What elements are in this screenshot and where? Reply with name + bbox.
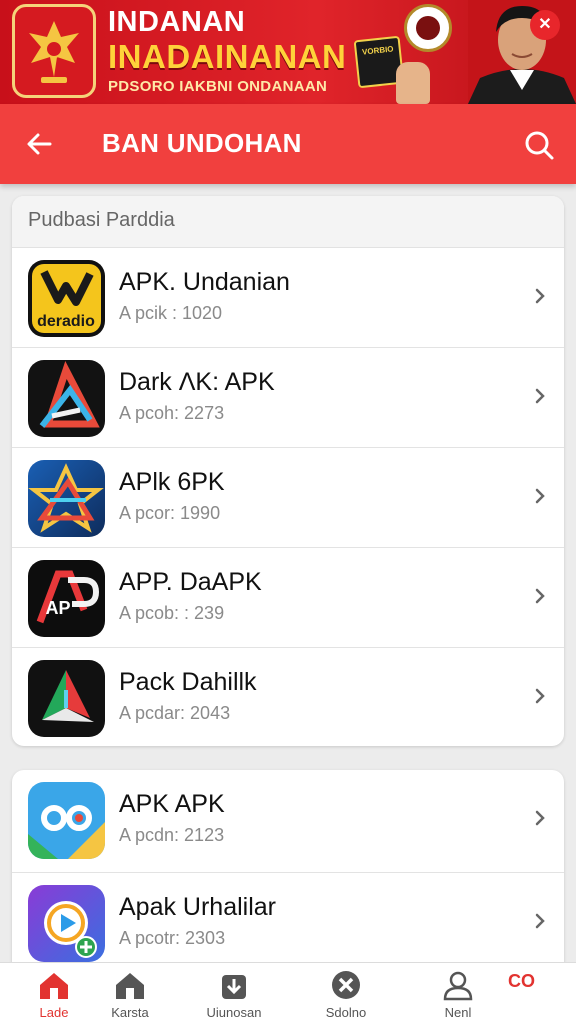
ap-logo-icon: AP	[28, 560, 105, 637]
app-name: Pack Dahillk	[119, 668, 257, 696]
promo-banner[interactable]: INDANAN INADAINANAN PDSORO IAKBNI ONDANA…	[0, 0, 576, 104]
chevron-right-icon	[535, 488, 545, 504]
person-portrait	[468, 0, 576, 104]
list-item[interactable]: deradio APK. Undanian A pcik : 1020	[12, 248, 564, 348]
app-subtitle: A pcik : 1020	[119, 303, 223, 323]
purple-play-icon	[28, 885, 105, 962]
nav-item-uiunosan[interactable]: Uiunosan	[194, 969, 274, 1023]
bottom-navigation: Lade Karsta Uiunosan Sdolno Nenl CO	[0, 962, 576, 1024]
back-button[interactable]	[20, 124, 60, 164]
app-name: APK. Undanian	[119, 268, 290, 296]
blue-star-icon	[28, 460, 105, 537]
emblem-logo	[12, 4, 96, 98]
app-subtitle: A pcdn: 2123	[119, 825, 225, 845]
nav-label: Uiunosan	[206, 1005, 262, 1020]
seal-badge	[404, 4, 452, 52]
search-button[interactable]	[518, 124, 560, 166]
close-ad-button[interactable]: ✕	[530, 10, 560, 40]
arrow-left-icon	[27, 133, 52, 155]
nav-label: Sdolno	[325, 1005, 367, 1020]
yellow-logo-icon: deradio	[28, 260, 105, 337]
nav-item-karsta[interactable]: Karsta	[90, 969, 170, 1023]
nav-label: Nenl	[444, 1005, 472, 1020]
app-name: APlk 6PK	[119, 468, 225, 496]
page-title: BAN UNDOHAN	[102, 128, 302, 158]
app-subtitle: A pcotr: 2303	[119, 928, 226, 948]
list-item[interactable]: APK APK A pcdn: 2123	[12, 770, 564, 873]
app-list-card: Pudbasi Parddia deradio APK. Undanian A …	[12, 196, 564, 746]
app-name: APK APK	[119, 790, 225, 818]
app-subtitle: A pcor: 1990	[119, 503, 221, 523]
app-subtitle: A pcdar: 2043	[119, 703, 231, 723]
list-item[interactable]: Dark ΛK: APK A pcoh: 2273	[12, 348, 564, 448]
nav-item-profile[interactable]: Nenl	[418, 969, 498, 1023]
home-icon	[40, 973, 68, 999]
app-name: Apak Urhalilar	[119, 893, 277, 921]
dark-triangle-icon	[28, 360, 105, 437]
close-circle-icon	[332, 971, 360, 999]
app-list-card: APK APK A pcdn: 2123 Apak Urhalilar A pc…	[12, 770, 564, 964]
search-icon	[525, 131, 554, 160]
app-bar: BAN UNDOHAN	[0, 104, 576, 184]
green-triangle-icon	[28, 660, 105, 737]
nav-item-home[interactable]: Lade	[14, 969, 94, 1023]
nav-item-sdolno[interactable]: Sdolno	[306, 969, 386, 1023]
list-item[interactable]: Pack Dahillk A pcdar: 2043	[12, 648, 564, 746]
nav-label: Karsta	[111, 1005, 149, 1020]
app-name: Dark ΛK: APK	[119, 368, 275, 396]
section-header: Pudbasi Parddia	[12, 196, 564, 248]
user-icon	[443, 971, 473, 1001]
app-subtitle: A pcoh: 2273	[119, 403, 225, 423]
nav-extra-indicator[interactable]: CO	[508, 971, 535, 992]
chevron-right-icon	[535, 913, 545, 929]
list-item[interactable]: AP APP. DaAPK A pcob: : 239	[12, 548, 564, 648]
pointing-hand	[396, 62, 430, 104]
chevron-right-icon	[535, 388, 545, 404]
nav-label: Lade	[39, 1005, 69, 1020]
banner-title: INDANAN	[108, 6, 246, 38]
chevron-right-icon	[535, 588, 545, 604]
chevron-right-icon	[535, 288, 545, 304]
svg-text:AP: AP	[45, 598, 70, 618]
chevron-right-icon	[535, 810, 545, 826]
banner-subtitle: PDSORO IAKBNI ONDANAAN	[108, 78, 328, 95]
svg-text:deradio: deradio	[37, 313, 95, 330]
list-item[interactable]: APlk 6PK A pcor: 1990	[12, 448, 564, 548]
banner-title-secondary: INADAINANAN	[108, 38, 347, 75]
app-subtitle: A pcob: : 239	[119, 603, 225, 623]
chevron-right-icon	[535, 688, 545, 704]
download-box-icon	[222, 975, 246, 999]
list-item[interactable]: Apak Urhalilar A pcotr: 2303	[12, 873, 564, 964]
app-name: APP. DaAPK	[119, 568, 262, 596]
house-icon	[116, 973, 144, 999]
maps-style-icon	[28, 782, 105, 859]
